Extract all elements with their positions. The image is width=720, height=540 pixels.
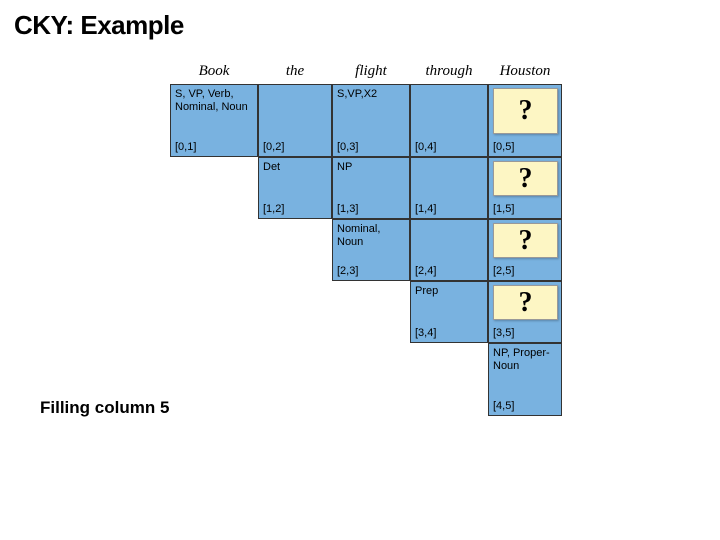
- cell-index: [4,5]: [493, 400, 514, 412]
- cell-0-5: ? [0,5]: [488, 84, 562, 157]
- cell-1-5: ? [1,5]: [488, 157, 562, 219]
- question-box: ?: [493, 161, 558, 196]
- grid-spacer: [410, 343, 488, 416]
- word-header-row: Book the flight through Houston: [170, 58, 562, 84]
- cell-content: S, VP, Verb, Nominal, Noun: [175, 88, 254, 113]
- cell-index: [1,3]: [337, 203, 358, 215]
- word-0: Book: [170, 58, 258, 84]
- cell-index: [3,4]: [415, 327, 436, 339]
- cell-content: Det: [263, 161, 328, 174]
- cell-content: S,VP,X2: [337, 88, 406, 101]
- cell-content: Nominal, Noun: [337, 223, 406, 248]
- question-mark-icon: ?: [519, 165, 533, 193]
- grid-spacer: [170, 281, 258, 343]
- word-4: Houston: [488, 58, 562, 84]
- question-box: ?: [493, 223, 558, 258]
- grid-spacer: [170, 343, 258, 416]
- cell-index: [2,3]: [337, 265, 358, 277]
- question-mark-icon: ?: [519, 289, 533, 317]
- cell-4-5: NP, Proper-Noun [4,5]: [488, 343, 562, 416]
- cell-index: [2,5]: [493, 265, 514, 277]
- cell-index: [1,4]: [415, 203, 436, 215]
- cell-0-2: [0,2]: [258, 84, 332, 157]
- word-2: flight: [332, 58, 410, 84]
- cell-0-3: S,VP,X2 [0,3]: [332, 84, 410, 157]
- cell-index: [0,4]: [415, 141, 436, 153]
- cell-index: [0,2]: [263, 141, 284, 153]
- cell-2-5: ? [2,5]: [488, 219, 562, 281]
- grid-spacer: [258, 343, 332, 416]
- cell-3-4: Prep [3,4]: [410, 281, 488, 343]
- cell-1-3: NP [1,3]: [332, 157, 410, 219]
- word-3: through: [410, 58, 488, 84]
- cell-index: [1,5]: [493, 203, 514, 215]
- grid-spacer: [170, 157, 258, 219]
- cell-3-5: ? [3,5]: [488, 281, 562, 343]
- grid-spacer: [332, 281, 410, 343]
- grid-spacer: [258, 219, 332, 281]
- word-1: the: [258, 58, 332, 84]
- cell-index: [1,2]: [263, 203, 284, 215]
- cell-0-4: [0,4]: [410, 84, 488, 157]
- cell-index: [0,1]: [175, 141, 196, 153]
- cell-index: [0,3]: [337, 141, 358, 153]
- cell-content: Prep: [415, 285, 484, 298]
- grid-row-3: Prep [3,4] ? [3,5]: [170, 281, 562, 343]
- cell-content: NP: [337, 161, 406, 174]
- cell-1-4: [1,4]: [410, 157, 488, 219]
- cky-grid: S, VP, Verb, Nominal, Noun [0,1] [0,2] S…: [170, 84, 562, 416]
- grid-row-2: Nominal, Noun [2,3] [2,4] ? [2,5]: [170, 219, 562, 281]
- grid-row-4: NP, Proper-Noun [4,5]: [170, 343, 562, 416]
- caption-text: Filling column 5: [40, 398, 169, 418]
- grid-spacer: [332, 343, 410, 416]
- cell-1-2: Det [1,2]: [258, 157, 332, 219]
- grid-spacer: [258, 281, 332, 343]
- page-title: CKY: Example: [14, 10, 184, 41]
- question-mark-icon: ?: [519, 97, 533, 125]
- cell-2-4: [2,4]: [410, 219, 488, 281]
- cky-chart: Book the flight through Houston S, VP, V…: [170, 58, 562, 416]
- cell-index: [3,5]: [493, 327, 514, 339]
- grid-row-1: Det [1,2] NP [1,3] [1,4] ? [1,5]: [170, 157, 562, 219]
- cell-2-3: Nominal, Noun [2,3]: [332, 219, 410, 281]
- cell-index: [2,4]: [415, 265, 436, 277]
- cell-0-1: S, VP, Verb, Nominal, Noun [0,1]: [170, 84, 258, 157]
- grid-row-0: S, VP, Verb, Nominal, Noun [0,1] [0,2] S…: [170, 84, 562, 157]
- cell-index: [0,5]: [493, 141, 514, 153]
- grid-spacer: [170, 219, 258, 281]
- question-box: ?: [493, 88, 558, 134]
- cell-content: NP, Proper-Noun: [493, 347, 558, 372]
- question-mark-icon: ?: [519, 227, 533, 255]
- question-box: ?: [493, 285, 558, 320]
